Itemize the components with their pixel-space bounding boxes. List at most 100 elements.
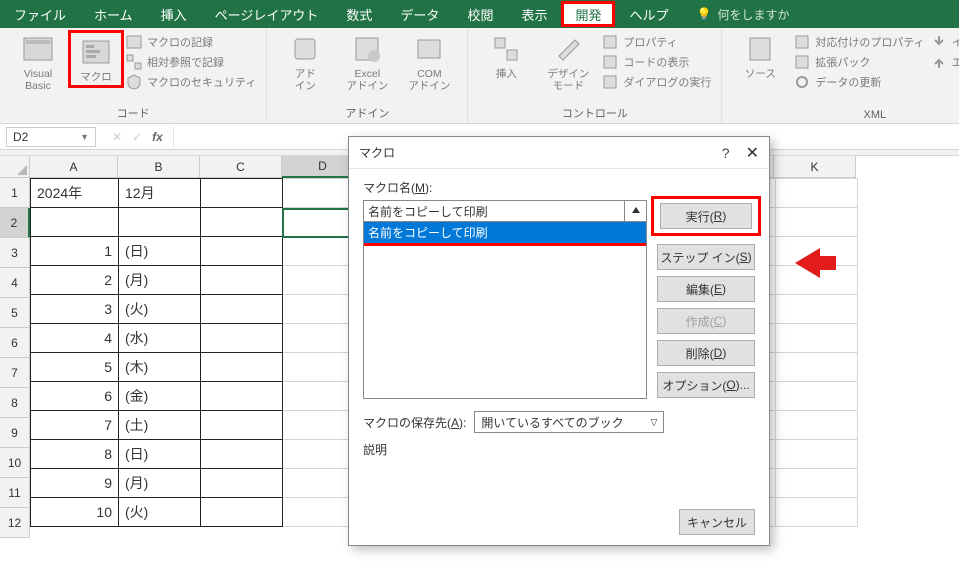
cell-B6[interactable]: (水) <box>119 324 201 353</box>
cell-A11[interactable]: 9 <box>31 469 119 498</box>
xml-source-button[interactable]: ソース <box>732 32 788 80</box>
run-button[interactable]: 実行(R) <box>660 203 752 229</box>
visual-basic-button[interactable]: Visual Basic <box>10 32 66 92</box>
shield-icon <box>126 74 142 90</box>
row-header-7[interactable]: 7 <box>0 358 30 388</box>
row-header-4[interactable]: 4 <box>0 268 30 298</box>
cell-B10[interactable]: (日) <box>119 440 201 469</box>
cell-A1[interactable]: 2024年 <box>31 179 119 208</box>
save-in-dropdown[interactable]: 開いているすべてのブック ▽ <box>474 411 664 433</box>
map-props-button[interactable]: 対応付けのプロパティ <box>794 34 924 50</box>
expansion-button[interactable]: 拡張パック <box>794 54 924 70</box>
tab-help[interactable]: ヘルプ <box>615 0 682 28</box>
tab-file[interactable]: ファイル <box>0 0 80 28</box>
help-icon[interactable]: ? <box>722 145 730 161</box>
cell-A12[interactable]: 10 <box>31 498 119 527</box>
tab-insert[interactable]: 挿入 <box>147 0 201 28</box>
cancel-icon[interactable]: ✕ <box>112 130 122 144</box>
tab-data[interactable]: データ <box>386 0 453 28</box>
macro-list[interactable]: 名前をコピーして印刷 <box>363 221 647 399</box>
col-header-B[interactable]: B <box>118 156 200 178</box>
record-macro-button[interactable]: マクロの記録 <box>126 34 256 50</box>
macro-security-button[interactable]: マクロのセキュリティ <box>126 74 256 90</box>
row-header-9[interactable]: 9 <box>0 418 30 448</box>
tab-developer[interactable]: 開発 <box>561 1 615 27</box>
cell-B8[interactable]: (金) <box>119 382 201 411</box>
cancel-button[interactable]: キャンセル <box>679 509 755 535</box>
cell-A2[interactable] <box>31 208 119 237</box>
row-header-12[interactable]: 12 <box>0 508 30 538</box>
row-header-8[interactable]: 8 <box>0 388 30 418</box>
cell-A7[interactable]: 5 <box>31 353 119 382</box>
xml-source-label: ソース <box>745 68 776 80</box>
cell-A10[interactable]: 8 <box>31 440 119 469</box>
cell-A4[interactable]: 2 <box>31 266 119 295</box>
cell-B2[interactable] <box>119 208 201 237</box>
tab-review[interactable]: 校閲 <box>453 0 507 28</box>
macros-button[interactable]: マクロ <box>68 30 124 88</box>
cell-C1[interactable] <box>201 179 283 208</box>
cell-A3[interactable]: 1 <box>31 237 119 266</box>
insert-control-button[interactable]: 挿入 <box>478 32 534 80</box>
run-dialog-button[interactable]: ダイアログの実行 <box>602 74 711 90</box>
tab-page-layout[interactable]: ページレイアウト <box>201 0 333 28</box>
row-header-2[interactable]: 2 <box>0 208 30 238</box>
row-header-11[interactable]: 11 <box>0 478 30 508</box>
record-macro-label: マクロの記録 <box>147 34 213 50</box>
cell-A9[interactable]: 7 <box>31 411 119 440</box>
select-all-corner[interactable] <box>0 156 30 178</box>
tell-me-search[interactable]: 💡 何をしますか <box>683 0 804 28</box>
export-button[interactable]: エクスポート <box>931 54 959 70</box>
com-addin-button[interactable]: COM アドイン <box>401 32 457 92</box>
macro-list-item[interactable]: 名前をコピーして印刷 <box>364 222 646 246</box>
cell-B5[interactable]: (火) <box>119 295 201 324</box>
row-header-1[interactable]: 1 <box>0 178 30 208</box>
tab-view[interactable]: 表示 <box>507 0 561 28</box>
design-mode-button[interactable]: デザイン モード <box>540 32 596 92</box>
col-header-A[interactable]: A <box>30 156 118 178</box>
cell-B4[interactable]: (月) <box>119 266 201 295</box>
macro-name-input[interactable]: 名前をコピーして印刷 <box>363 200 625 222</box>
tab-home[interactable]: ホーム <box>80 0 147 28</box>
run-dialog-icon <box>602 74 618 90</box>
import-button[interactable]: インポート <box>931 34 959 50</box>
cell-B1[interactable]: 12月 <box>119 179 201 208</box>
excel-addin-button[interactable]: Excel アドイン <box>339 32 395 92</box>
cell-A8[interactable]: 6 <box>31 382 119 411</box>
group-xml: ソース 対応付けのプロパティ 拡張パック データの更新 インポート エクスポート… <box>722 28 959 123</box>
cell-B12[interactable]: (火) <box>119 498 201 527</box>
close-icon[interactable]: ✕ <box>746 143 759 163</box>
tab-formulas[interactable]: 数式 <box>332 0 386 28</box>
group-controls: 挿入 デザイン モード プロパティ コードの表示 ダイアログの実行 コントロール <box>468 28 722 123</box>
fx-icon[interactable]: fx <box>152 130 163 144</box>
refresh-data-button[interactable]: データの更新 <box>794 74 924 90</box>
refresh-label: データの更新 <box>815 74 881 90</box>
row-header-10[interactable]: 10 <box>0 448 30 478</box>
cell-B11[interactable]: (月) <box>119 469 201 498</box>
row-header-3[interactable]: 3 <box>0 238 30 268</box>
delete-button[interactable]: 削除(D) <box>657 340 755 366</box>
cell-B7[interactable]: (木) <box>119 353 201 382</box>
addin-button[interactable]: アド イン <box>277 32 333 92</box>
edit-button[interactable]: 編集(E) <box>657 276 755 302</box>
col-header-C[interactable]: C <box>200 156 282 178</box>
row-header-5[interactable]: 5 <box>0 298 30 328</box>
enter-icon[interactable]: ✓ <box>132 130 142 144</box>
cell-A6[interactable]: 4 <box>31 324 119 353</box>
row-headers: 1 2 3 4 5 6 7 8 9 10 11 12 <box>0 178 30 538</box>
relative-ref-button[interactable]: 相対参照で記録 <box>126 54 256 70</box>
cell-B3[interactable]: (日) <box>119 237 201 266</box>
properties-button[interactable]: プロパティ <box>602 34 711 50</box>
name-box[interactable]: D2 ▼ <box>6 127 96 147</box>
cell-B9[interactable]: (土) <box>119 411 201 440</box>
refedit-button[interactable] <box>625 200 647 222</box>
row-header-6[interactable]: 6 <box>0 328 30 358</box>
cell-C2[interactable] <box>201 208 283 237</box>
step-in-button[interactable]: ステップ イン(S) <box>657 244 755 270</box>
cell-A5[interactable]: 3 <box>31 295 119 324</box>
insert-control-icon <box>489 32 523 66</box>
col-header-K[interactable]: K <box>774 156 856 178</box>
view-code-button[interactable]: コードの表示 <box>602 54 711 70</box>
expansion-icon <box>794 54 810 70</box>
options-button[interactable]: オプション(O)... <box>657 372 755 398</box>
